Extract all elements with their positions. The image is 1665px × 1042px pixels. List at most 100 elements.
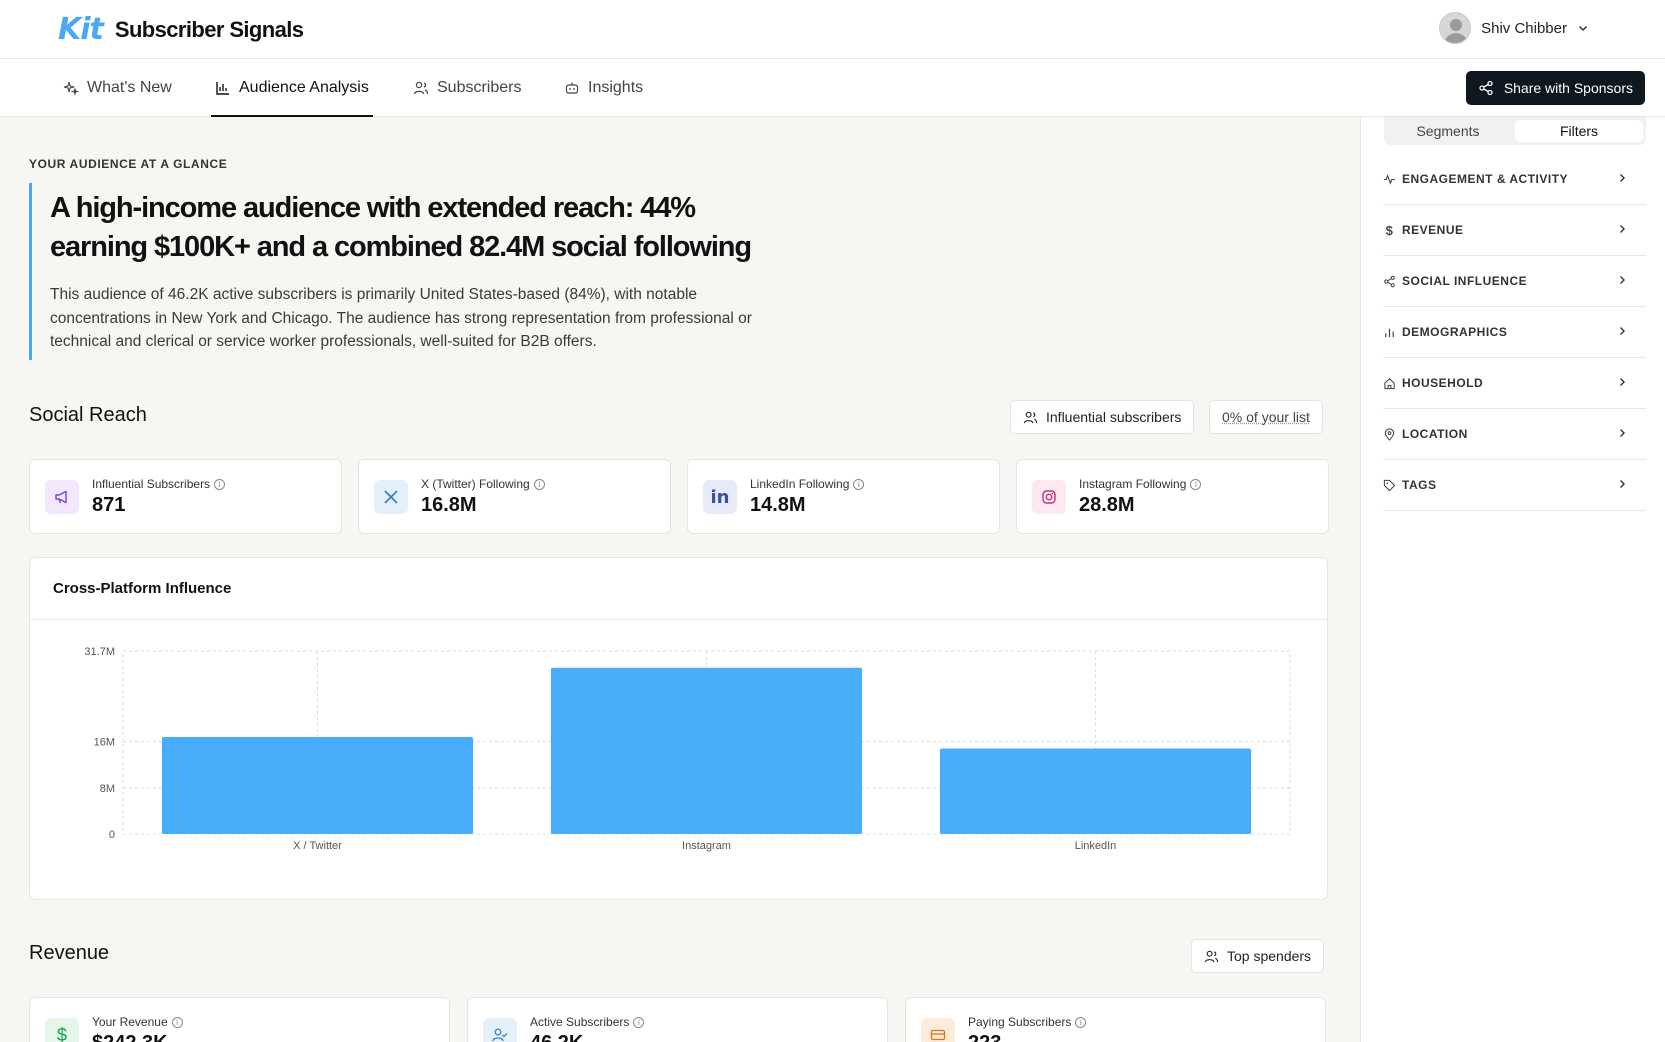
- app-name: Subscriber Signals: [114, 16, 304, 42]
- chart-title: Cross-Platform Influence: [30, 558, 1327, 620]
- filter-location[interactable]: LOCATION: [1383, 409, 1646, 460]
- user-name: Shiv Chibber: [1481, 19, 1567, 37]
- chevron-right-icon: [1620, 225, 1625, 233]
- stat-label-wrap: X (Twitter) Following i: [421, 477, 545, 491]
- filter-label: ENGAGEMENT & ACTIVITY: [1402, 172, 1569, 186]
- instagram-icon: [1032, 480, 1066, 514]
- top-spenders-button[interactable]: Top spenders: [1191, 939, 1325, 973]
- activity-icon: [1383, 173, 1396, 185]
- dollar-icon: $: [1385, 222, 1394, 238]
- revenue-title: Revenue: [29, 942, 110, 964]
- kit-logo: Kit: [58, 12, 104, 47]
- cross-platform-chart-card: Cross-Platform Influence 0 8M 16M 31.7M X / …: [29, 557, 1328, 900]
- bar-x-twitter: [161, 737, 474, 834]
- stat-value: 46.2K: [530, 1032, 583, 1042]
- stat-label: LinkedIn Following: [750, 477, 850, 491]
- stat-card-paying-subscribers: Paying Subscribersi 223: [905, 997, 1326, 1042]
- map-pin-icon: [1384, 427, 1395, 441]
- chevron-right-icon: [1620, 327, 1625, 335]
- linkedin-icon: in: [703, 480, 737, 514]
- filter-revenue[interactable]: $ REVENUE: [1383, 205, 1646, 256]
- share-icon: [1384, 275, 1395, 287]
- tab-insights[interactable]: Insights: [564, 59, 643, 117]
- stat-card-twitter: X (Twitter) Following i 16.8M: [358, 459, 671, 534]
- tab-label: What's New: [87, 79, 172, 96]
- info-icon[interactable]: i: [171, 1016, 183, 1028]
- stat-card-revenue: $ Your Revenuei $242.3K: [29, 997, 450, 1042]
- tab-audience-analysis[interactable]: Audience Analysis: [211, 59, 373, 117]
- top-header: Kit Subscriber Signals Shiv Chibber: [0, 0, 1665, 59]
- filter-label: DEMOGRAPHICS: [1402, 325, 1508, 339]
- stat-label-wrap: LinkedIn Following i: [750, 477, 865, 491]
- share-icon: [1479, 80, 1493, 96]
- stat-card-linkedin: in LinkedIn Following i 14.8M: [687, 459, 1000, 534]
- x-tick-label: X / Twitter: [293, 840, 342, 852]
- credit-card-icon: [921, 1018, 955, 1042]
- tab-label: Subscribers: [437, 79, 522, 96]
- filter-household[interactable]: HOUSEHOLD: [1383, 358, 1646, 409]
- x-tick-label: LinkedIn: [1075, 840, 1117, 852]
- social-reach-title: Social Reach: [29, 404, 147, 426]
- main-content: YOUR AUDIENCE AT A GLANCE A high-income …: [0, 117, 1360, 1042]
- stat-label-wrap: Influential Subscribers i: [92, 477, 226, 491]
- tag-icon: [1383, 479, 1396, 491]
- bar-instagram: [550, 667, 863, 834]
- info-icon[interactable]: i: [214, 478, 226, 490]
- brand[interactable]: Kit Subscriber Signals: [58, 12, 304, 47]
- users-icon: [1204, 950, 1219, 962]
- info-icon[interactable]: i: [533, 478, 545, 490]
- tab-whats-new[interactable]: What's New: [63, 59, 172, 117]
- tab-filters[interactable]: Filters: [1515, 120, 1643, 142]
- stat-card-influential: Influential Subscribers i 871: [29, 459, 342, 534]
- info-icon[interactable]: i: [1075, 1016, 1087, 1028]
- filter-label: REVENUE: [1402, 223, 1464, 237]
- megaphone-icon: [45, 480, 79, 514]
- stat-card-active-subscribers: Active Subscribersi 46.2K: [467, 997, 888, 1042]
- filter-engagement-activity[interactable]: ENGAGEMENT & ACTIVITY: [1383, 154, 1646, 205]
- stat-label: X (Twitter) Following: [421, 477, 530, 491]
- stat-value: 14.8M: [750, 494, 806, 516]
- stat-value: 28.8M: [1079, 494, 1135, 516]
- bar-chart-icon: [216, 82, 229, 95]
- stat-value: 223: [968, 1032, 1001, 1042]
- segments-filters-toggle: Segments Filters: [1384, 117, 1646, 145]
- tab-segments[interactable]: Segments: [1384, 117, 1512, 145]
- stat-label: Active Subscribers: [530, 1015, 630, 1029]
- stat-label-wrap: Paying Subscribers i: [968, 1015, 1087, 1029]
- tab-subscribers[interactable]: Subscribers: [413, 59, 521, 117]
- bar-chart-icon: [1385, 328, 1394, 337]
- audience-summary: A high-income audience with extended rea…: [29, 183, 769, 360]
- home-icon: [1384, 377, 1395, 389]
- filter-social-influence[interactable]: SOCIAL INFLUENCE: [1383, 256, 1646, 307]
- dollar-icon: $: [45, 1018, 79, 1042]
- y-tick-label: 16M: [94, 737, 115, 749]
- summary-text: This audience of 46.2K active subscriber…: [50, 286, 752, 350]
- info-icon[interactable]: i: [1190, 478, 1202, 490]
- stat-label-wrap: Your Revenue i: [92, 1015, 183, 1029]
- chevron-right-icon: [1620, 276, 1625, 284]
- x-tick-label: Instagram: [682, 840, 731, 852]
- share-with-sponsors-button[interactable]: Share with Sponsors: [1465, 71, 1645, 105]
- bar-linkedin: [939, 748, 1252, 834]
- robot-icon: [565, 82, 579, 94]
- list-share-badge[interactable]: 0% of your list: [1209, 400, 1323, 434]
- info-icon[interactable]: i: [633, 1016, 645, 1028]
- filter-tags[interactable]: TAGS: [1383, 460, 1646, 511]
- stat-card-instagram: Instagram Following i 28.8M: [1016, 459, 1329, 534]
- filter-demographics[interactable]: DEMOGRAPHICS: [1383, 307, 1646, 358]
- stat-label: Your Revenue: [92, 1015, 168, 1029]
- chevron-right-icon: [1620, 378, 1625, 386]
- filter-label: LOCATION: [1402, 427, 1468, 441]
- chevron-right-icon: [1620, 429, 1625, 437]
- users-icon: [413, 81, 429, 95]
- stat-label: Paying Subscribers: [968, 1015, 1072, 1029]
- stat-label: Influential Subscribers: [92, 477, 211, 491]
- influential-subscribers-button[interactable]: Influential subscribers: [1010, 400, 1195, 434]
- y-tick-label: 31.7M: [84, 646, 115, 658]
- info-icon[interactable]: i: [853, 478, 865, 490]
- chevron-right-icon: [1620, 480, 1625, 488]
- cross-platform-bar-chart: 0 8M 16M 31.7M X / Twitter Instagram LinkedIn: [84, 646, 1291, 852]
- stat-label-wrap: Active Subscribers i: [530, 1015, 645, 1029]
- y-tick-label: 8M: [100, 783, 115, 795]
- user-menu[interactable]: Shiv Chibber: [1439, 12, 1589, 44]
